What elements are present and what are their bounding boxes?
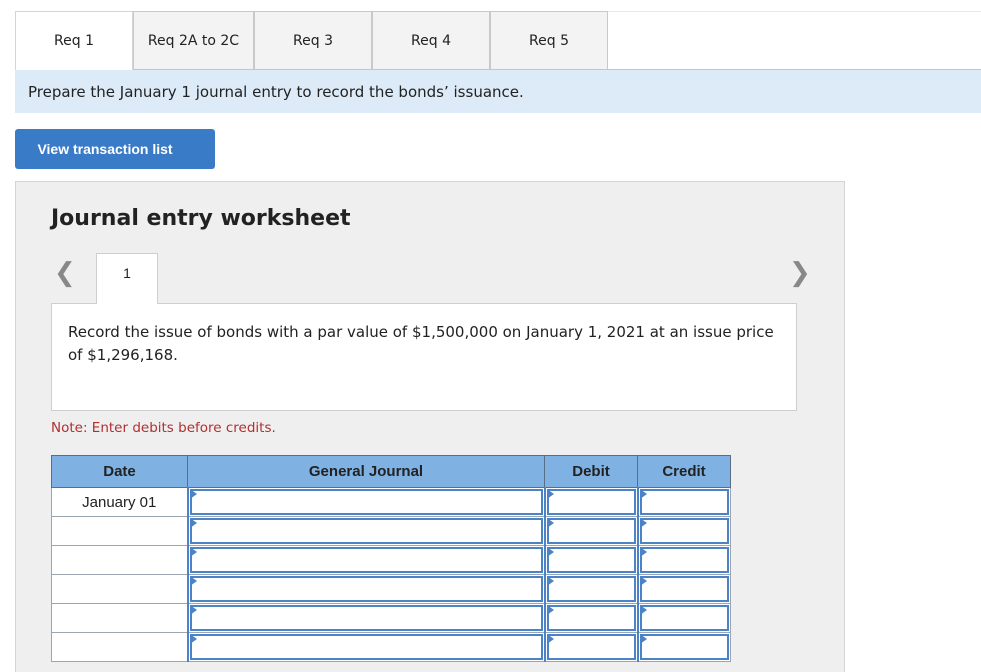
debit-column-header: Debit — [544, 455, 638, 488]
date-cell — [51, 516, 188, 546]
account-input-cell — [186, 516, 545, 546]
date-cell: January 01 — [51, 487, 188, 517]
account-input[interactable] — [189, 605, 543, 631]
credit-column-header: Credit — [637, 455, 731, 488]
account-input-cell — [186, 603, 545, 633]
tab-label: Req 1 — [54, 33, 94, 49]
debit-input[interactable] — [546, 634, 636, 660]
dropdown-marker-icon — [189, 547, 197, 557]
debit-input[interactable] — [546, 489, 636, 515]
tab-label: Req 5 — [529, 32, 569, 49]
tab-req-2a-to-2c[interactable]: Req 2A to 2C — [133, 11, 254, 69]
debit-input-cell — [543, 603, 638, 633]
debit-input-cell — [543, 516, 638, 546]
account-input-cell — [186, 632, 545, 662]
account-input[interactable] — [189, 518, 543, 544]
debit-input[interactable] — [546, 605, 636, 631]
credit-input-cell — [636, 516, 731, 546]
debit-input-cell — [543, 632, 638, 662]
debit-input[interactable] — [546, 547, 636, 573]
debit-input-cell — [543, 574, 638, 604]
dropdown-marker-icon — [189, 576, 197, 586]
dropdown-marker-icon — [639, 576, 647, 586]
date-cell — [51, 603, 188, 633]
dropdown-marker-icon — [639, 547, 647, 557]
credit-input[interactable] — [639, 547, 729, 573]
dropdown-marker-icon — [639, 634, 647, 644]
dropdown-marker-icon — [546, 605, 554, 615]
dropdown-marker-icon — [546, 489, 554, 499]
account-input[interactable] — [189, 489, 543, 515]
entry-tab-label: 1 — [123, 265, 131, 281]
entry-note: Note: Enter debits before credits. — [51, 420, 276, 436]
credit-input[interactable] — [639, 634, 729, 660]
tab-label: Req 3 — [293, 32, 333, 49]
view-transaction-list-button[interactable]: View transaction list — [15, 129, 215, 169]
debit-input-cell — [543, 545, 638, 575]
credit-input-cell — [636, 574, 731, 604]
journal-table: Date General Journal Debit Credit Januar… — [51, 455, 731, 662]
instruction-text: Prepare the January 1 journal entry to r… — [28, 82, 524, 101]
dropdown-marker-icon — [639, 489, 647, 499]
dropdown-marker-icon — [639, 518, 647, 528]
table-row: January 01 — [51, 487, 731, 517]
journal-entry-worksheet: Journal entry worksheet ❮ ❯ 1 Record the… — [15, 181, 845, 672]
table-row — [51, 574, 731, 604]
tab-req-4[interactable]: Req 4 — [372, 11, 490, 69]
debit-input-cell — [543, 487, 638, 517]
account-input-cell — [186, 545, 545, 575]
account-input-cell — [186, 574, 545, 604]
dropdown-marker-icon — [546, 576, 554, 586]
date-column-header: Date — [51, 455, 188, 488]
dropdown-marker-icon — [189, 605, 197, 615]
credit-input-cell — [636, 545, 731, 575]
credit-input[interactable] — [639, 518, 729, 544]
instruction-banner: Prepare the January 1 journal entry to r… — [15, 70, 981, 113]
dropdown-marker-icon — [546, 547, 554, 557]
dropdown-marker-icon — [546, 634, 554, 644]
chevron-right-icon[interactable]: ❯ — [789, 260, 811, 286]
table-row — [51, 545, 731, 575]
dropdown-marker-icon — [189, 634, 197, 644]
account-input[interactable] — [189, 547, 543, 573]
dropdown-marker-icon — [189, 489, 197, 499]
account-input[interactable] — [189, 634, 543, 660]
date-cell — [51, 545, 188, 575]
journal-header-row: Date General Journal Debit Credit — [51, 455, 731, 488]
date-cell — [51, 632, 188, 662]
tab-label: Req 2A to 2C — [147, 32, 240, 49]
worksheet-title: Journal entry worksheet — [51, 206, 351, 231]
tab-req-1[interactable]: Req 1 — [15, 11, 133, 70]
transaction-description: Record the issue of bonds with a par val… — [51, 303, 797, 411]
chevron-left-icon[interactable]: ❮ — [54, 260, 76, 286]
account-input-cell — [186, 487, 545, 517]
entry-tab-1[interactable]: 1 — [96, 253, 158, 304]
dropdown-marker-icon — [639, 605, 647, 615]
dropdown-marker-icon — [189, 518, 197, 528]
credit-input-cell — [636, 632, 731, 662]
credit-input[interactable] — [639, 576, 729, 602]
credit-input-cell — [636, 603, 731, 633]
debit-input[interactable] — [546, 576, 636, 602]
debit-input[interactable] — [546, 518, 636, 544]
credit-input-cell — [636, 487, 731, 517]
table-row — [51, 632, 731, 662]
tab-label: Req 4 — [411, 32, 451, 49]
credit-input[interactable] — [639, 605, 729, 631]
credit-input[interactable] — [639, 489, 729, 515]
tab-req-5[interactable]: Req 5 — [490, 11, 608, 69]
requirement-tabs: Req 1 Req 2A to 2C Req 3 Req 4 Req 5 — [15, 11, 981, 70]
date-cell — [51, 574, 188, 604]
table-row — [51, 603, 731, 633]
general-journal-column-header: General Journal — [187, 455, 545, 488]
dropdown-marker-icon — [546, 518, 554, 528]
tab-req-3[interactable]: Req 3 — [254, 11, 372, 69]
table-row — [51, 516, 731, 546]
account-input[interactable] — [189, 576, 543, 602]
